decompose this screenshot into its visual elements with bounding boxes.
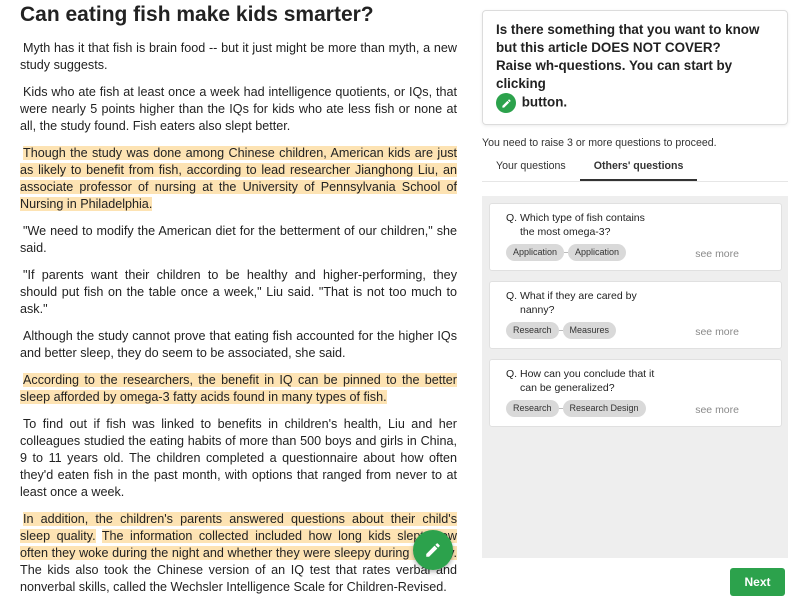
question-card: Q. How can you conclude that it can be gen… [489,359,782,427]
paragraph-text: "We need to modify the American diet for… [20,224,457,255]
question-card: Q. Which type of fish contains the most om… [489,203,782,271]
requirement-text: You need to raise 3 or more questions to… [482,137,717,149]
instruction-line-3-text: button. [521,94,568,110]
question-line-1: Q. Which type of fish contains [506,211,686,225]
question-sidebar: Is there something that you want to know… [482,10,788,558]
pen-icon [426,543,440,557]
question-line-1: Q. What if they are cared by [506,289,686,303]
question-line-2: nanny? [520,304,555,316]
question-tag: Research [506,322,559,339]
question-text: Q. How can you conclude that it can be gen… [506,367,686,395]
question-tags: Application Application [506,244,627,261]
article-paragraph: Although the study cannot prove that eat… [20,328,457,362]
question-prefix: Q. [506,212,518,224]
question-tag: Research Design [562,400,646,417]
question-card: Q. What if they are cared by nanny? Researc… [489,281,782,349]
question-text: Q. What if they are cared by nanny? [506,289,686,317]
question-tabs: Your questions Others' questions [482,155,788,182]
paragraph-text: Although the study cannot prove that eat… [20,329,457,360]
question-tag: Research [506,400,559,417]
next-button[interactable]: Next [730,568,785,596]
highlighted-text: According to the researchers, the benefi… [20,373,457,404]
article-paragraph: According to the researchers, the benefi… [20,372,457,406]
question-line-1-text: How can you conclude that it [520,368,655,380]
questions-panel: Q. Which type of fish contains the most om… [482,196,788,558]
highlighted-text: Though the study was done among Chinese … [20,146,457,211]
tag-connector [558,408,563,409]
question-tag: Measures [562,322,617,339]
article-paragraph: Though the study was done among Chinese … [20,145,457,213]
instruction-line-1: Is there something that you want to know… [496,22,760,55]
question-tag: Application [568,244,627,261]
question-text: Q. Which type of fish contains the most om… [506,211,686,239]
question-tags: Research Measures [506,322,617,339]
paragraph-text [96,529,102,543]
tab-others-questions[interactable]: Others' questions [579,155,698,181]
question-line-1-text: What if they are cared by [520,290,637,302]
instruction-box: Is there something that you want to know… [482,10,788,125]
question-tags: Research Research Design [506,400,646,417]
tag-connector [558,330,563,331]
question-prefix: Q. [506,290,518,302]
question-tag: Application [506,244,565,261]
question-line-1-text: Which type of fish contains [520,212,645,224]
article-title: Can eating fish make kids smarter? [20,3,374,26]
article-paragraph: Kids who ate fish at least once a week h… [20,84,457,135]
see-more-link[interactable]: see more [695,404,739,416]
paragraph-text: Myth has it that fish is brain food -- b… [20,41,457,72]
question-line-2: can be generalized? [520,382,615,394]
article-paragraph: In addition, the children's parents answ… [20,511,457,596]
instruction-line-3: button. [496,93,774,113]
article-paragraph: "We need to modify the American diet for… [20,223,457,257]
question-line-1: Q. How can you conclude that it [506,367,686,381]
see-more-link[interactable]: see more [695,248,739,260]
article-paragraph: To find out if fish was linked to benefi… [20,416,457,501]
question-line-2: the most omega-3? [520,226,611,238]
paragraph-text: Kids who ate fish at least once a week h… [20,85,457,133]
paragraph-text: The kids also took the Chinese version o… [20,563,457,594]
add-question-button[interactable] [413,530,453,570]
article-paragraph: "If parents want their children to be he… [20,267,457,318]
see-more-link[interactable]: see more [695,326,739,338]
question-prefix: Q. [506,368,518,380]
tab-your-questions[interactable]: Your questions [482,155,580,181]
paragraph-text: "If parents want their children to be he… [20,268,457,316]
instruction-line-2: Raise wh-questions. You can start by cli… [496,58,733,91]
article-body: Myth has it that fish is brain food -- b… [20,40,457,596]
article-panel: Can eating fish make kids smarter? Myth … [20,0,457,597]
pen-icon [496,93,516,113]
article-paragraph: Myth has it that fish is brain food -- b… [20,40,457,74]
paragraph-text: To find out if fish was linked to benefi… [20,417,457,499]
